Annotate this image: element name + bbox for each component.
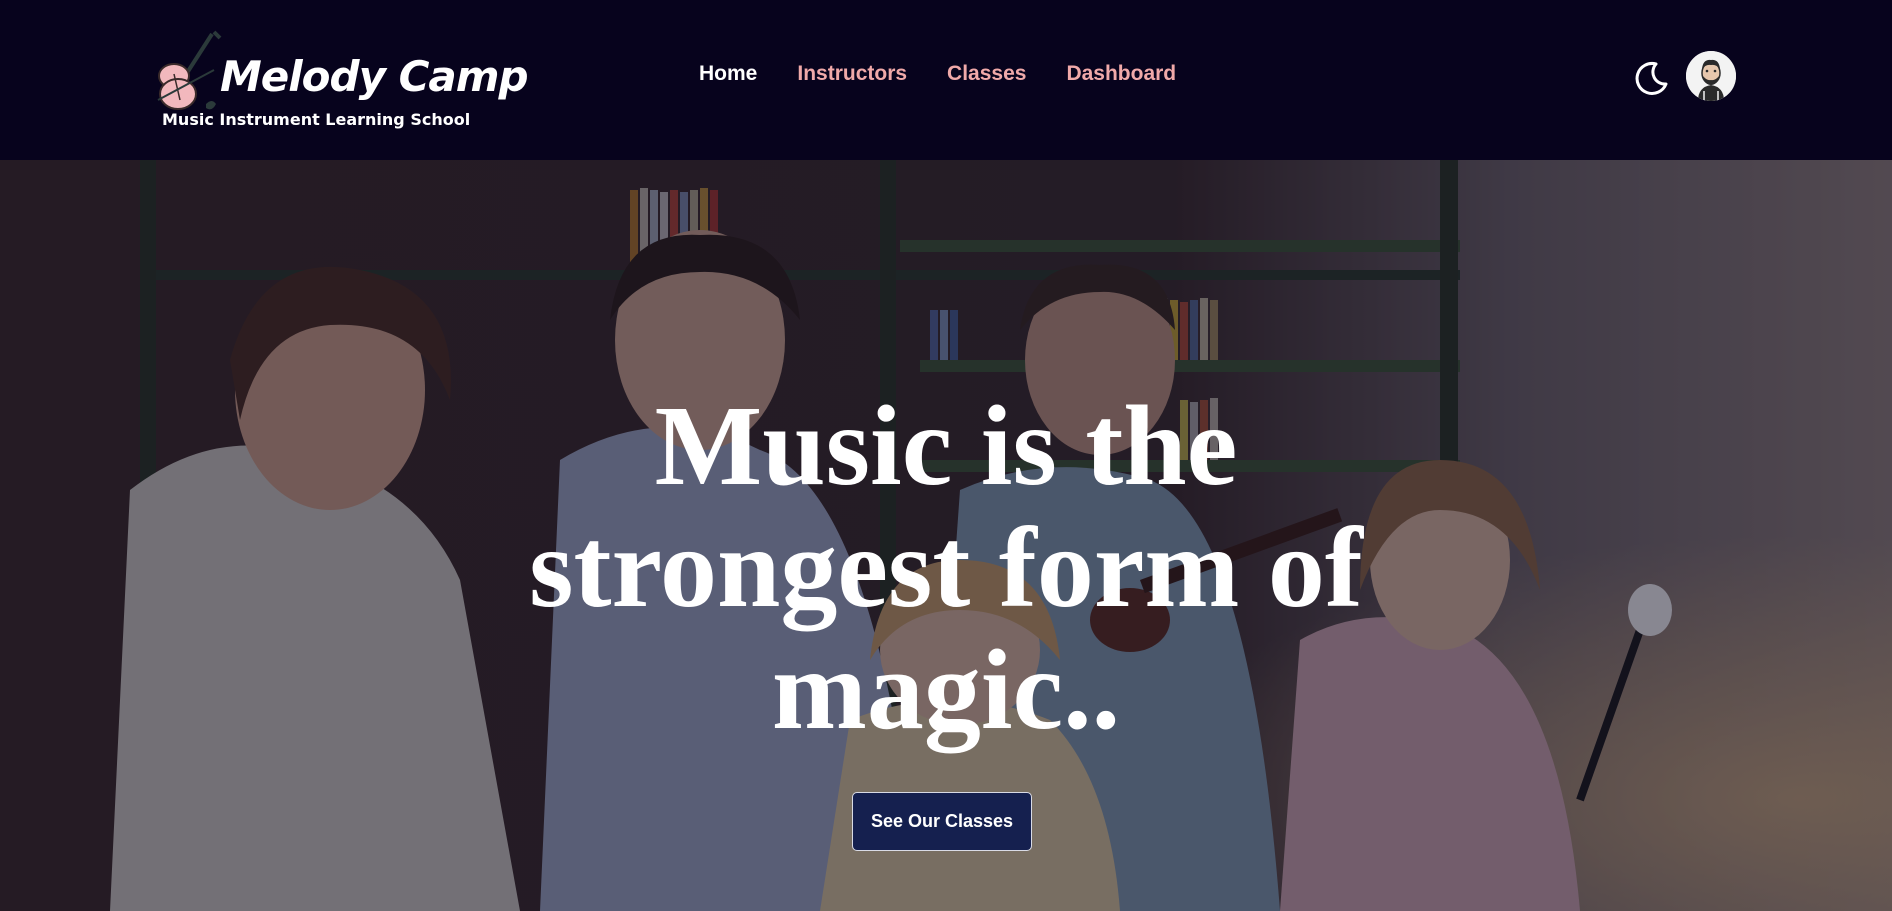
hero-section: Music is the strongest form of magic.. S… [0, 160, 1892, 911]
nav-item-classes[interactable]: Classes [947, 62, 1026, 94]
nav-item-dashboard[interactable]: Dashboard [1066, 62, 1176, 94]
brand-tagline: Music Instrument Learning School [162, 110, 471, 129]
brand-name: Melody Camp [220, 52, 529, 101]
nav-item-instructors[interactable]: Instructors [797, 62, 907, 94]
nav-item-home[interactable]: Home [699, 62, 757, 94]
hero-title: Music is the strongest form of magic.. [529, 382, 1363, 753]
navbar: Melody Camp Music Instrument Learning Sc… [0, 0, 1892, 160]
brand-logo[interactable]: Melody Camp Music Instrument Learning Sc… [154, 30, 529, 134]
user-avatar[interactable] [1686, 51, 1736, 101]
avatar-icon [1686, 51, 1736, 101]
main-nav: Home Instructors Classes Dashboard [699, 62, 1216, 94]
see-classes-button[interactable]: See Our Classes [852, 792, 1032, 851]
violin-icon [157, 30, 222, 110]
moon-icon [1635, 61, 1668, 95]
theme-toggle-button[interactable] [1632, 58, 1672, 98]
